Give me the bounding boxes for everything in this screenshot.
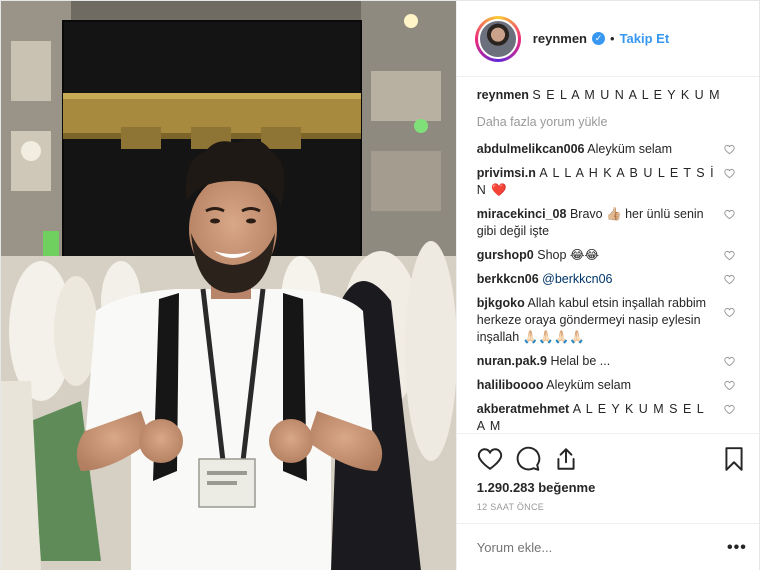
comment-row: abdulmelikcan006 Aleyküm selam	[477, 141, 737, 158]
caption-username[interactable]: reynmen	[477, 88, 529, 102]
comment-username[interactable]: bjkgoko	[477, 296, 525, 310]
comment-row: bjkgoko Allah kabul etsin inşallah rabbi…	[477, 295, 737, 346]
caption-text: S E L A M U N A L E Y K U M	[532, 88, 721, 102]
likes-count[interactable]: 1.290.283 beğenme	[477, 480, 747, 495]
comment-username[interactable]: akberatmehmet	[477, 402, 569, 416]
header-username[interactable]: reynmen	[533, 31, 587, 46]
post-side-panel: reynmen ✓ • Takip Et reynmen S E L A M U…	[455, 1, 760, 570]
comment-mention-link[interactable]: @berkkcn06	[542, 272, 612, 286]
comment-like-icon[interactable]	[724, 274, 735, 285]
verified-badge-icon: ✓	[592, 32, 605, 45]
follow-button[interactable]: Takip Et	[620, 31, 670, 46]
comment-input[interactable]	[476, 540, 727, 555]
comment-username[interactable]: miracekinci_08	[477, 207, 567, 221]
action-icons	[477, 444, 747, 474]
comment-username[interactable]: haliliboooo	[477, 378, 544, 392]
caption: reynmen S E L A M U N A L E Y K U M	[477, 87, 737, 104]
comment-text: Aleyküm selam	[546, 378, 632, 392]
comments-list: reynmen S E L A M U N A L E Y K U M Daha…	[457, 77, 759, 435]
comment-username[interactable]: privimsi.n	[477, 166, 536, 180]
post-header: reynmen ✓ • Takip Et	[456, 1, 759, 77]
add-comment-bar: •••	[456, 523, 760, 570]
more-options-icon[interactable]: •••	[727, 539, 747, 557]
share-icon[interactable]	[553, 446, 579, 472]
comment-like-icon[interactable]	[724, 404, 735, 415]
comment-like-icon[interactable]	[724, 356, 735, 367]
load-more-comments-button[interactable]: Daha fazla yorum yükle	[477, 114, 737, 131]
comment-row: berkkcn06 @berkkcn06	[477, 271, 737, 288]
instagram-post: reynmen ✓ • Takip Et reynmen S E L A M U…	[0, 0, 760, 570]
post-image	[1, 1, 456, 570]
comment-row: akberatmehmet A L E Y K U M S E L A M	[477, 401, 737, 435]
comment-like-icon[interactable]	[724, 380, 735, 391]
comment-text: Shop 😂😂	[537, 248, 600, 262]
comment-text: Aleyküm selam	[587, 142, 673, 156]
comment-like-icon[interactable]	[724, 144, 735, 155]
comment-like-icon[interactable]	[724, 307, 735, 318]
like-heart-icon[interactable]	[477, 446, 503, 472]
comment-row: miracekinci_08 Bravo 👍🏼 her ünlü senin g…	[477, 206, 737, 240]
comment-username[interactable]: berkkcn06	[477, 272, 539, 286]
avatar[interactable]	[474, 15, 521, 62]
comment-row: privimsi.n A L L A H K A B U L E T S İ N…	[477, 165, 737, 199]
comment-username[interactable]: nuran.pak.9	[477, 354, 547, 368]
comment-row: gurshop0 Shop 😂😂	[477, 247, 737, 264]
comment-like-icon[interactable]	[724, 250, 735, 261]
comment-row: haliliboooo Aleyküm selam	[477, 377, 737, 394]
post-photo[interactable]	[1, 1, 456, 570]
comment-username[interactable]: abdulmelikcan006	[477, 142, 585, 156]
bookmark-icon[interactable]	[721, 446, 747, 472]
comment-like-icon[interactable]	[724, 168, 735, 179]
comment-bubble-icon[interactable]	[515, 446, 541, 472]
comment-like-icon[interactable]	[724, 209, 735, 220]
comment-text: Helal be ...	[550, 354, 611, 368]
post-timestamp: 12 SAAT ÖNCE	[476, 502, 545, 512]
comment-row: nuran.pak.9 Helal be ...	[477, 353, 737, 370]
post-actions: 1.290.283 beğenme 12 SAAT ÖNCE	[456, 433, 760, 512]
header-separator: •	[610, 31, 615, 46]
avatar-image	[477, 18, 518, 59]
comment-username[interactable]: gurshop0	[477, 248, 534, 262]
